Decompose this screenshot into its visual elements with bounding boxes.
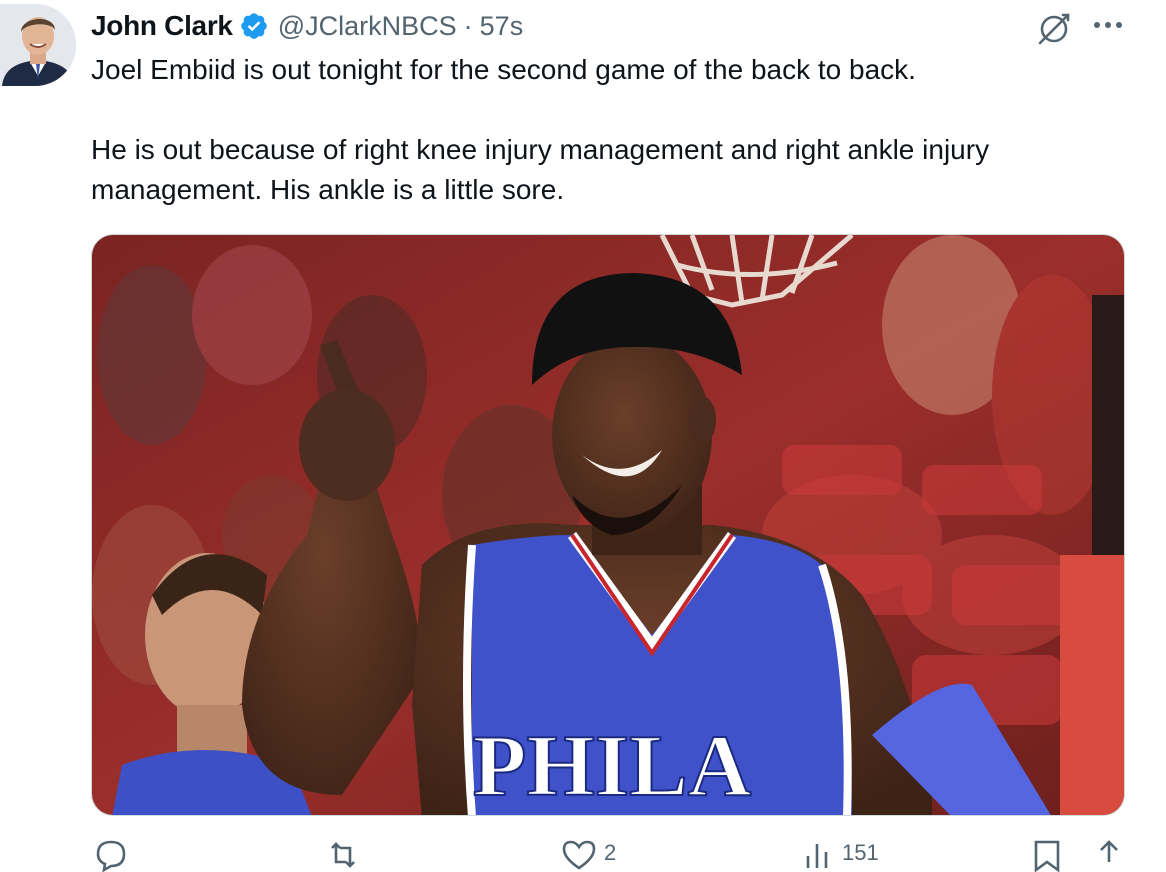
retweet-icon — [331, 842, 355, 868]
grok-icon[interactable] — [1034, 8, 1074, 48]
tweet-timestamp[interactable]: 57s — [480, 11, 524, 42]
header-separator: · — [463, 10, 473, 41]
reply-icon — [96, 840, 126, 872]
author-display-name[interactable]: John Clark — [91, 10, 233, 42]
views-count: 151 — [842, 840, 879, 865]
like-icon — [562, 840, 596, 870]
author-handle[interactable]: @JClarkNBCS — [278, 11, 457, 42]
retweet-button[interactable] — [326, 838, 368, 872]
like-count: 2 — [604, 840, 617, 865]
like-button[interactable]: 2 — [562, 838, 616, 872]
bookmark-button[interactable] — [1032, 838, 1062, 872]
tweet-header: John Clark @JClarkNBCS · 57s — [91, 6, 523, 46]
bookmark-icon — [1034, 840, 1060, 872]
basketball-player-photo: PHILA — [92, 235, 1124, 815]
reply-button[interactable] — [94, 838, 136, 872]
share-icon — [1100, 840, 1118, 862]
more-icon[interactable] — [1088, 10, 1128, 40]
author-avatar[interactable] — [0, 4, 76, 86]
tweet-media-image[interactable]: PHILA — [91, 234, 1125, 816]
avatar-image — [0, 4, 76, 86]
jersey-text: PHILA — [473, 718, 752, 815]
tweet-paragraph: He is out because of right knee injury m… — [91, 134, 990, 205]
tweet-paragraph: Joel Embiid is out tonight for the secon… — [91, 54, 916, 85]
verified-badge-icon[interactable] — [239, 11, 269, 41]
views-button[interactable]: 151 — [800, 838, 879, 872]
tweet-actions: 2 151 — [0, 830, 1166, 872]
tweet-text: Joel Embiid is out tonight for the secon… — [91, 50, 1131, 210]
views-icon — [806, 844, 828, 868]
share-button[interactable] — [1094, 838, 1124, 872]
